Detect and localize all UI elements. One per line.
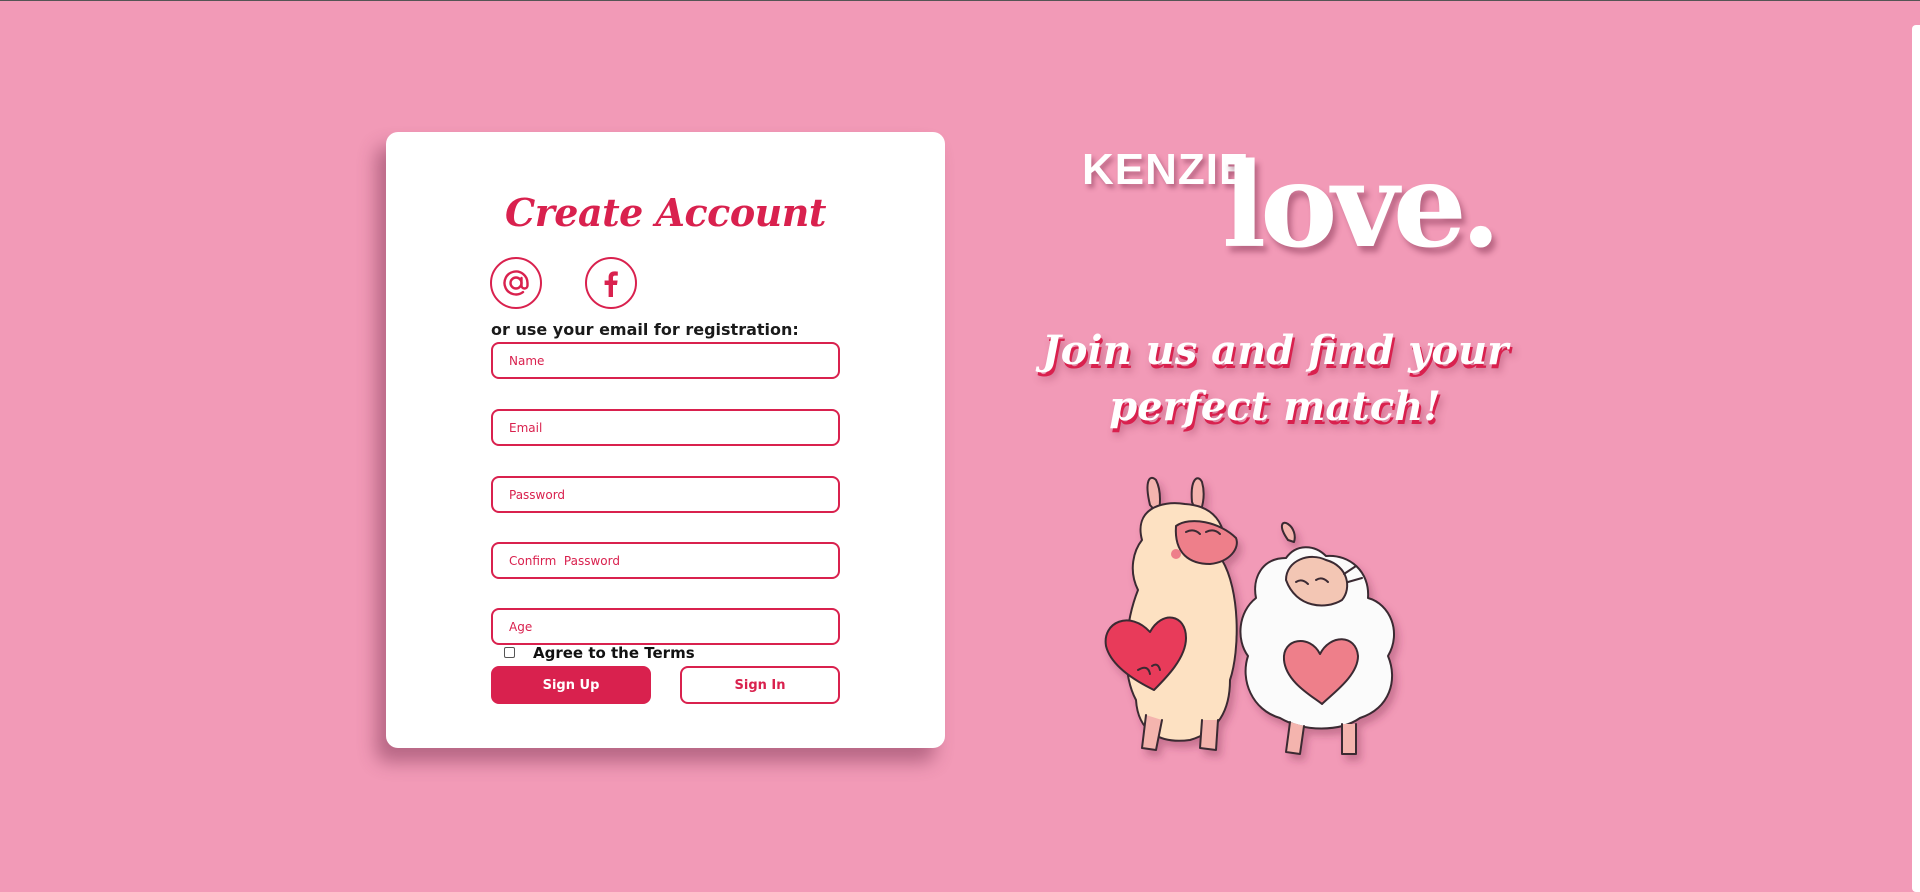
terms-checkbox[interactable]	[504, 647, 515, 658]
tagline: Join us and find your perfect match!	[1040, 323, 1510, 435]
at-sign-icon	[503, 270, 529, 296]
sign-up-button[interactable]: Sign Up	[491, 666, 651, 704]
brand-love: love.	[1222, 138, 1501, 274]
llama-and-sheep-couple-illustration	[1104, 476, 1396, 755]
sign-in-button[interactable]: Sign In	[680, 666, 840, 704]
email-login-button[interactable]	[490, 257, 542, 309]
form-title: Create Account	[505, 190, 826, 235]
window-top-border	[0, 0, 1920, 1]
facebook-icon	[604, 271, 618, 297]
password-input[interactable]	[491, 476, 840, 513]
llama-figure	[1104, 476, 1238, 751]
page-scrollbar[interactable]	[1912, 25, 1920, 892]
name-input[interactable]	[491, 342, 840, 379]
tagline-line-2: perfect match!	[1109, 383, 1441, 430]
sheep-figure	[1239, 521, 1396, 755]
terms-label: Agree to the Terms	[533, 644, 695, 662]
registration-hint: or use your email for registration:	[491, 320, 799, 339]
facebook-login-button[interactable]	[585, 257, 637, 309]
age-input[interactable]	[491, 608, 840, 645]
confirm-password-input[interactable]	[491, 542, 840, 579]
tagline-line-1: Join us and find your	[1041, 327, 1509, 374]
signup-card: Create Account or use your email for reg…	[386, 132, 945, 748]
email-input[interactable]	[491, 409, 840, 446]
